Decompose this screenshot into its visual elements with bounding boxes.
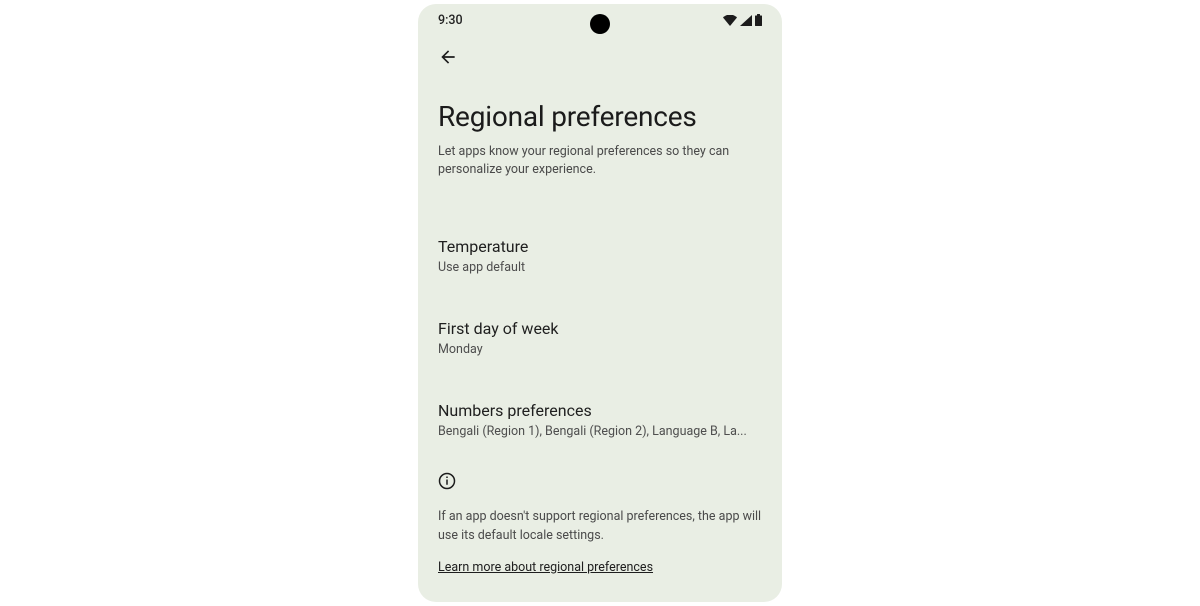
nav-bar: [418, 36, 782, 78]
back-arrow-icon: [438, 47, 458, 67]
info-text: If an app doesn't support regional prefe…: [438, 508, 762, 546]
learn-more-link[interactable]: Learn more about regional preferences: [438, 560, 653, 575]
status-time: 9:30: [438, 13, 463, 28]
setting-value: Bengali (Region 1), Bengali (Region 2), …: [438, 424, 762, 439]
page-subtitle: Let apps know your regional preferences …: [438, 143, 762, 178]
setting-title: Numbers preferences: [438, 401, 762, 420]
wifi-icon: [723, 15, 737, 26]
setting-title: Temperature: [438, 237, 762, 256]
status-bar: 9:30: [418, 4, 782, 36]
camera-cutout: [590, 14, 610, 34]
setting-value: Use app default: [438, 260, 762, 275]
status-icons: [723, 14, 762, 26]
info-icon: [438, 472, 456, 490]
setting-temperature[interactable]: Temperature Use app default: [438, 226, 762, 286]
phone-frame: 9:30 Regional preferences Let apps know …: [418, 4, 782, 602]
setting-first-day-of-week[interactable]: First day of week Monday: [438, 308, 762, 368]
signal-icon: [740, 15, 752, 26]
content-area: Regional preferences Let apps know your …: [418, 100, 782, 575]
setting-value: Monday: [438, 342, 762, 357]
page-title: Regional preferences: [438, 100, 762, 133]
battery-icon: [755, 14, 762, 26]
back-button[interactable]: [432, 41, 464, 73]
setting-title: First day of week: [438, 319, 762, 338]
settings-list: Temperature Use app default First day of…: [438, 226, 762, 450]
setting-numbers-preferences[interactable]: Numbers preferences Bengali (Region 1), …: [438, 390, 762, 450]
info-section: If an app doesn't support regional prefe…: [438, 472, 762, 575]
